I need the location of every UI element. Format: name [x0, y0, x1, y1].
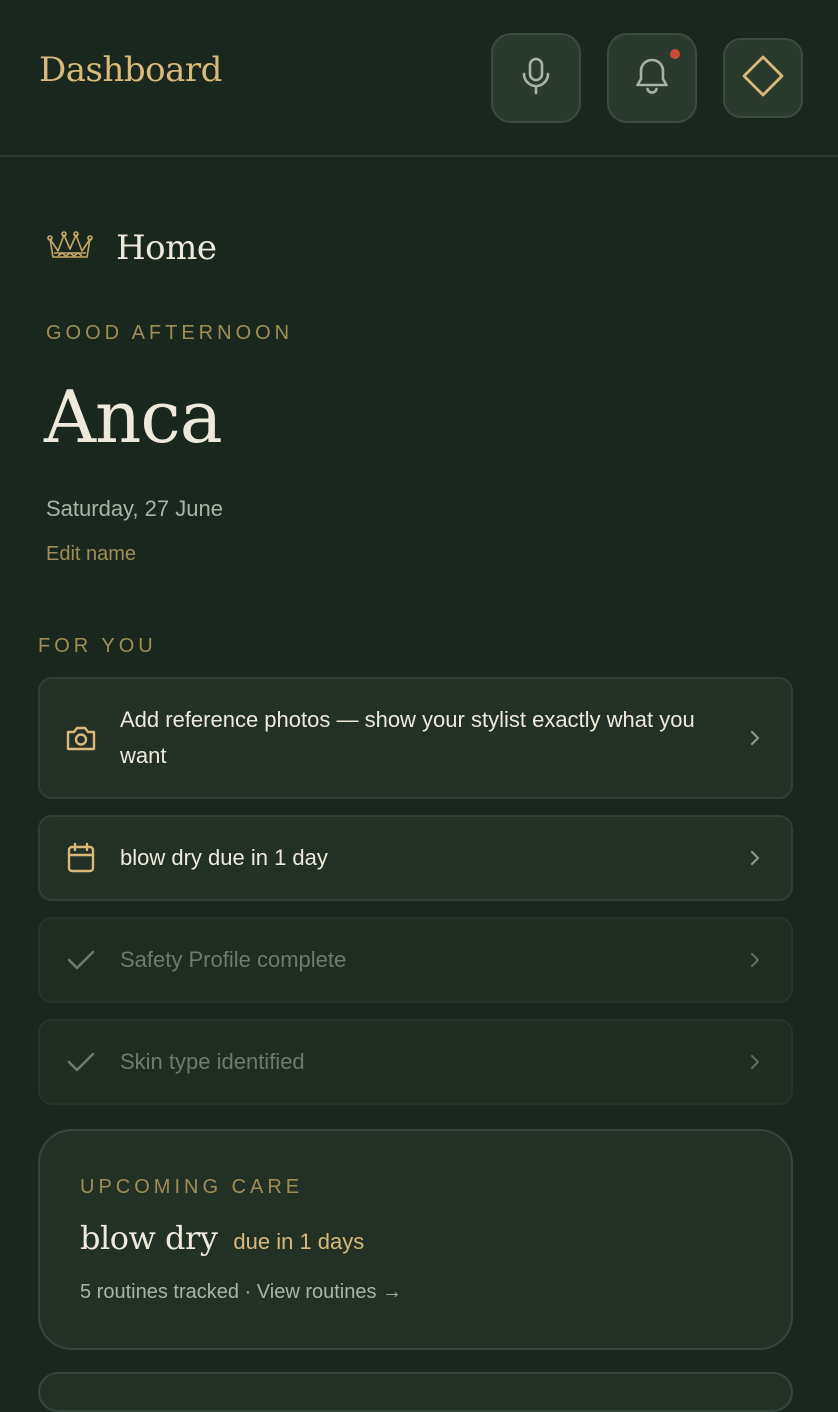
premium-button[interactable]	[723, 38, 803, 118]
suggestion-card-skin-type[interactable]: Skin type identified	[38, 1019, 793, 1105]
crown-icon	[46, 229, 94, 268]
separator: ·	[244, 1281, 252, 1303]
upcoming-care-card: UPCOMING CARE blow dry due in 1 days 5 r…	[38, 1129, 793, 1350]
suggestion-card-reference-photos[interactable]: Add reference photos — show your stylist…	[38, 677, 793, 799]
home-heading: Home	[46, 228, 217, 268]
suggestion-card-blow-dry[interactable]: blow dry due in 1 day	[38, 815, 793, 901]
routines-count: 5 routines tracked	[80, 1281, 239, 1303]
card-text: Safety Profile complete	[120, 947, 347, 972]
bell-icon	[633, 56, 671, 101]
current-date: Saturday, 27 June	[46, 496, 223, 521]
diamond-icon	[741, 54, 785, 103]
notification-dot	[668, 47, 682, 61]
upcoming-care-label: UPCOMING CARE	[80, 1176, 304, 1198]
routine-due: due in 1 days	[233, 1229, 365, 1254]
section-title: Home	[116, 228, 217, 268]
top-bar: Dashboard	[0, 0, 838, 157]
user-name: Anca	[44, 375, 223, 459]
card-text: Add reference photos — show your stylist…	[120, 707, 695, 768]
suggestion-card-safety-profile[interactable]: Safety Profile complete	[38, 917, 793, 1003]
for-you-heading: FOR YOU	[38, 635, 157, 657]
check-icon	[64, 943, 98, 977]
chevron-right-icon	[745, 1052, 765, 1072]
voice-button[interactable]	[491, 33, 581, 123]
microphone-icon	[519, 56, 553, 101]
routines-summary: 5 routines tracked · View routines →	[80, 1281, 402, 1304]
edit-name-link[interactable]: Edit name	[46, 543, 136, 566]
view-routines-link[interactable]: View routines →	[257, 1281, 402, 1303]
notifications-button[interactable]	[607, 33, 697, 123]
routine-name: blow dry	[80, 1219, 218, 1257]
chevron-right-icon	[745, 950, 765, 970]
next-card	[38, 1372, 793, 1412]
greeting-label: GOOD AFTERNOON	[46, 322, 294, 344]
page-title: Dashboard	[39, 50, 222, 90]
card-text: blow dry due in 1 day	[120, 845, 328, 870]
check-icon	[64, 1045, 98, 1079]
upcoming-routine: blow dry due in 1 days	[80, 1219, 364, 1257]
chevron-right-icon	[745, 728, 765, 748]
chevron-right-icon	[745, 848, 765, 868]
card-text: Skin type identified	[120, 1049, 305, 1074]
camera-icon	[64, 721, 98, 755]
calendar-icon	[64, 841, 98, 875]
